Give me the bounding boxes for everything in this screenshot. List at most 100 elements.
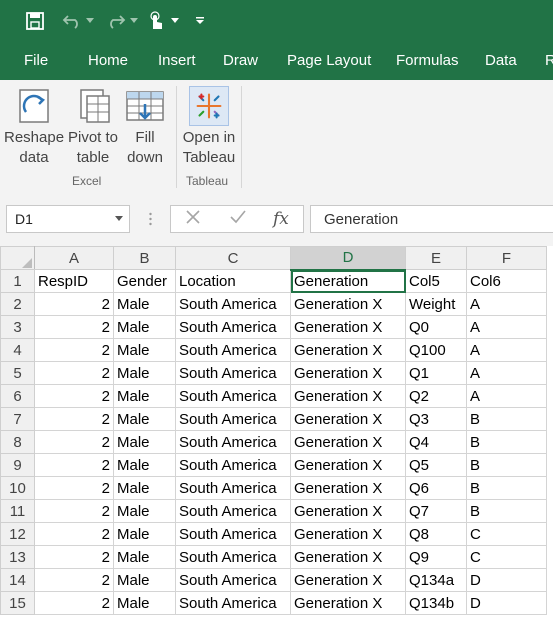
menu-data[interactable]: Data	[485, 52, 517, 69]
cell-d13[interactable]: Generation X	[290, 545, 406, 569]
cell-a3[interactable]: 2	[34, 315, 114, 339]
cell-a9[interactable]: 2	[34, 453, 114, 477]
row-header[interactable]: 10	[0, 476, 35, 500]
cell-a14[interactable]: 2	[34, 568, 114, 592]
column-header-d[interactable]: D	[290, 246, 406, 271]
cell-d6[interactable]: Generation X	[290, 384, 406, 408]
cell-f3[interactable]: A	[466, 315, 547, 339]
column-header-f[interactable]: F	[466, 246, 547, 270]
menu-home[interactable]: Home	[88, 52, 128, 69]
menu-insert[interactable]: Insert	[158, 52, 196, 69]
cell-e5[interactable]: Q1	[405, 361, 467, 385]
cell-b9[interactable]: Male	[113, 453, 176, 477]
cell-c7[interactable]: South America	[175, 407, 291, 431]
cell-a12[interactable]: 2	[34, 522, 114, 546]
cell-c14[interactable]: South America	[175, 568, 291, 592]
row-header[interactable]: 4	[0, 338, 35, 362]
save-icon[interactable]	[25, 10, 45, 32]
cell-b12[interactable]: Male	[113, 522, 176, 546]
cell-c8[interactable]: South America	[175, 430, 291, 454]
row-header[interactable]: 1	[0, 269, 35, 293]
cell-c2[interactable]: South America	[175, 292, 291, 316]
formula-input[interactable]: Generation	[310, 205, 553, 233]
cell-d4[interactable]: Generation X	[290, 338, 406, 362]
menu-review-partial[interactable]: R	[545, 52, 553, 69]
undo-icon[interactable]	[62, 10, 82, 32]
cell-c11[interactable]: South America	[175, 499, 291, 523]
cell-f9[interactable]: B	[466, 453, 547, 477]
pivot-to-table-button[interactable]: Pivot to table	[65, 86, 121, 168]
redo-icon[interactable]	[106, 10, 126, 32]
cell-b6[interactable]: Male	[113, 384, 176, 408]
select-all-corner[interactable]	[0, 246, 35, 270]
cell-c10[interactable]: South America	[175, 476, 291, 500]
cell-e15[interactable]: Q134b	[405, 591, 467, 615]
cell-b5[interactable]: Male	[113, 361, 176, 385]
cancel-icon[interactable]	[185, 209, 201, 230]
row-header[interactable]: 13	[0, 545, 35, 569]
column-header-e[interactable]: E	[405, 246, 467, 270]
cell-f10[interactable]: B	[466, 476, 547, 500]
row-header[interactable]: 5	[0, 361, 35, 385]
cell-a6[interactable]: 2	[34, 384, 114, 408]
cell-a10[interactable]: 2	[34, 476, 114, 500]
cell-f6[interactable]: A	[466, 384, 547, 408]
cell-f2[interactable]: A	[466, 292, 547, 316]
cell-e10[interactable]: Q6	[405, 476, 467, 500]
open-in-tableau-button[interactable]: Open in Tableau	[180, 86, 238, 168]
cell-c6[interactable]: South America	[175, 384, 291, 408]
cell-d10[interactable]: Generation X	[290, 476, 406, 500]
name-box[interactable]: D1	[6, 205, 130, 233]
cell-c4[interactable]: South America	[175, 338, 291, 362]
reshape-data-button[interactable]: Reshape data	[4, 86, 64, 168]
menu-formulas[interactable]: Formulas	[396, 52, 459, 69]
cell-e6[interactable]: Q2	[405, 384, 467, 408]
cell-a1[interactable]: RespID	[34, 269, 114, 293]
cell-e2[interactable]: Weight	[405, 292, 467, 316]
cell-f8[interactable]: B	[466, 430, 547, 454]
cell-f11[interactable]: B	[466, 499, 547, 523]
cell-a4[interactable]: 2	[34, 338, 114, 362]
cell-f13[interactable]: C	[466, 545, 547, 569]
cell-b1[interactable]: Gender	[113, 269, 176, 293]
cell-b7[interactable]: Male	[113, 407, 176, 431]
cell-f1[interactable]: Col6	[466, 269, 547, 293]
cell-d8[interactable]: Generation X	[290, 430, 406, 454]
row-header[interactable]: 2	[0, 292, 35, 316]
cell-f5[interactable]: A	[466, 361, 547, 385]
row-header[interactable]: 15	[0, 591, 35, 615]
cell-d3[interactable]: Generation X	[290, 315, 406, 339]
cell-e1[interactable]: Col5	[405, 269, 467, 293]
menu-page-layout[interactable]: Page Layout	[287, 52, 371, 69]
cell-d14[interactable]: Generation X	[290, 568, 406, 592]
cell-d9[interactable]: Generation X	[290, 453, 406, 477]
touch-dropdown-icon[interactable]	[171, 10, 179, 32]
cell-b11[interactable]: Male	[113, 499, 176, 523]
cell-d5[interactable]: Generation X	[290, 361, 406, 385]
cell-a13[interactable]: 2	[34, 545, 114, 569]
cell-c3[interactable]: South America	[175, 315, 291, 339]
customize-qat-icon[interactable]	[195, 10, 205, 32]
cell-f7[interactable]: B	[466, 407, 547, 431]
row-header[interactable]: 6	[0, 384, 35, 408]
cell-e9[interactable]: Q5	[405, 453, 467, 477]
cell-a7[interactable]: 2	[34, 407, 114, 431]
name-box-dropdown-icon[interactable]	[115, 216, 123, 221]
cell-e3[interactable]: Q0	[405, 315, 467, 339]
column-header-b[interactable]: B	[113, 246, 176, 270]
cell-b10[interactable]: Male	[113, 476, 176, 500]
cell-e11[interactable]: Q7	[405, 499, 467, 523]
cell-b15[interactable]: Male	[113, 591, 176, 615]
row-header[interactable]: 11	[0, 499, 35, 523]
cell-c15[interactable]: South America	[175, 591, 291, 615]
cell-f12[interactable]: C	[466, 522, 547, 546]
cell-f14[interactable]: D	[466, 568, 547, 592]
cell-a8[interactable]: 2	[34, 430, 114, 454]
cell-b2[interactable]: Male	[113, 292, 176, 316]
cell-b3[interactable]: Male	[113, 315, 176, 339]
cell-d12[interactable]: Generation X	[290, 522, 406, 546]
cell-c5[interactable]: South America	[175, 361, 291, 385]
cell-a11[interactable]: 2	[34, 499, 114, 523]
row-header[interactable]: 3	[0, 315, 35, 339]
cell-d15[interactable]: Generation X	[290, 591, 406, 615]
